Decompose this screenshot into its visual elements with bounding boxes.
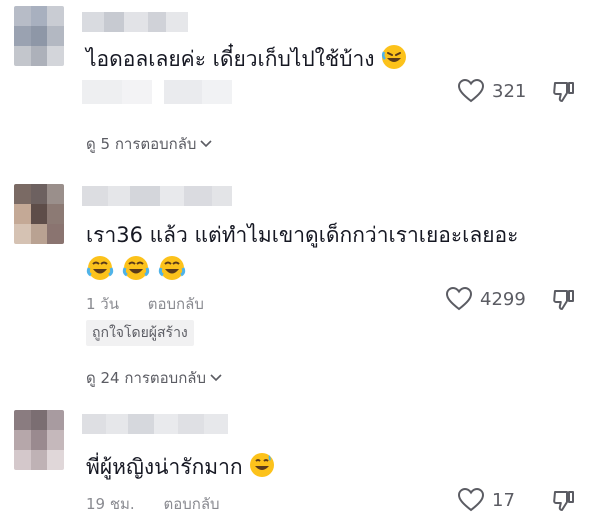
dislike-icon[interactable]	[552, 288, 576, 312]
comment-3: พี่ผู้หญิงน่ารักมาก 19 ชม. ตอบกลับ 17	[0, 400, 600, 528]
like-count: 4299	[480, 288, 526, 310]
dislike-icon[interactable]	[552, 489, 576, 513]
like-button[interactable]: 4299	[446, 287, 526, 311]
comment-1: ไอดอลเลยค่ะ เดี๋ยวเก็บไปใช้บ้าง 321 ดู 5…	[0, 0, 600, 170]
username-blurred[interactable]	[82, 414, 228, 434]
rolling-laughing-emoji	[381, 45, 406, 69]
chevron-down-icon	[200, 140, 213, 148]
username-blurred[interactable]	[82, 186, 232, 206]
avatar[interactable]	[14, 184, 64, 244]
comment-meta: 19 ชม. ตอบกลับ	[86, 492, 220, 516]
like-count: 321	[492, 80, 527, 102]
reply-button[interactable]: ตอบกลับ	[163, 495, 219, 513]
reply-button[interactable]: ตอบกลับ	[148, 295, 204, 313]
translation-blurred	[82, 80, 232, 104]
comment-text: ไอดอลเลยค่ะ เดี๋ยวเก็บไปใช้บ้าง	[86, 42, 407, 76]
tears-of-joy-emoji	[122, 256, 150, 280]
heart-icon	[458, 79, 484, 103]
heart-icon	[458, 488, 484, 512]
tears-of-joy-emoji	[86, 256, 114, 280]
grinning-sweat-emoji	[249, 453, 274, 477]
tears-of-joy-emoji	[158, 256, 186, 280]
username-blurred[interactable]	[82, 12, 188, 32]
view-replies-button[interactable]: ดู 24 การตอบกลับ	[86, 366, 222, 390]
timestamp: 1 วัน	[86, 295, 119, 313]
dislike-icon[interactable]	[552, 80, 576, 104]
like-count: 17	[492, 489, 515, 511]
like-button[interactable]: 321	[458, 79, 526, 103]
view-replies-button[interactable]: ดู 5 การตอบกลับ	[86, 132, 213, 156]
comment-meta: 1 วัน ตอบกลับ	[86, 292, 204, 316]
emoji-row	[86, 254, 186, 282]
avatar[interactable]	[14, 410, 64, 470]
timestamp: 19 ชม.	[86, 495, 135, 513]
comment-2: เรา36 แล้ว แต่ทำไมเขาดูเด็กกว่าเราเยอะเล…	[0, 170, 600, 390]
avatar[interactable]	[14, 6, 64, 66]
comment-text: พี่ผู้หญิงน่ารักมาก	[86, 450, 275, 484]
chevron-down-icon	[210, 374, 222, 382]
heart-icon	[446, 287, 472, 311]
like-button[interactable]: 17	[458, 488, 515, 512]
liked-by-creator-badge: ถูกใจโดยผู้สร้าง	[86, 320, 194, 346]
comment-text: เรา36 แล้ว แต่ทำไมเขาดูเด็กกว่าเราเยอะเล…	[86, 223, 519, 247]
